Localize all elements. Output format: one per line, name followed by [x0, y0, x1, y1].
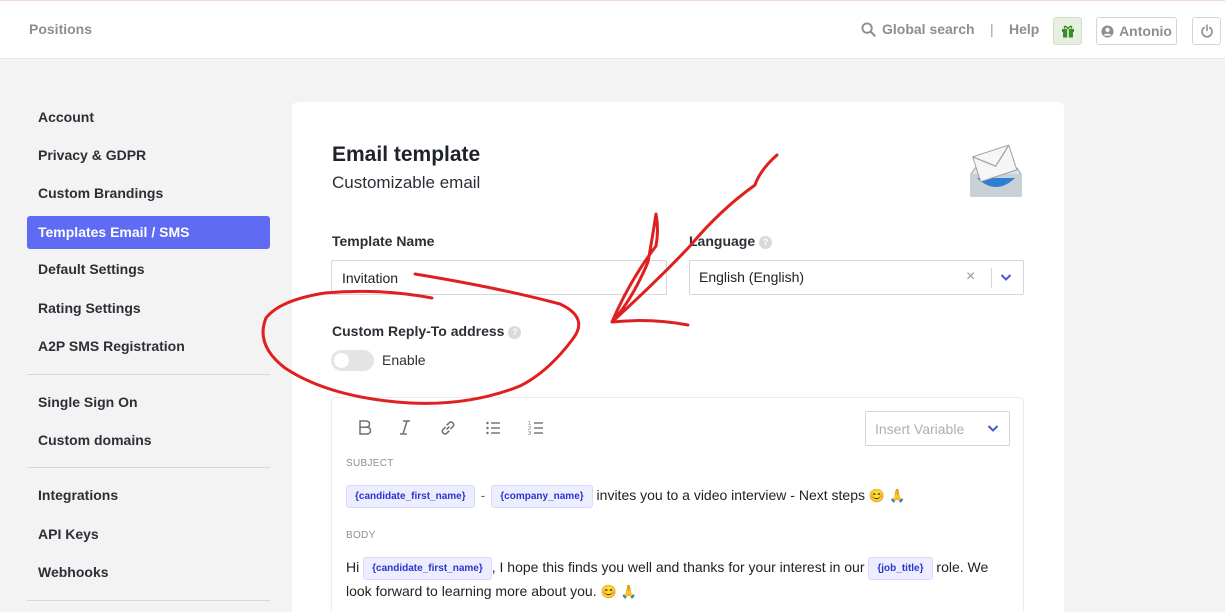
topbar-separator: | [990, 21, 994, 37]
language-label-text: Language [689, 233, 756, 249]
user-icon [1101, 24, 1114, 38]
folded-hands-emoji-icon: 🙏 [888, 488, 906, 504]
variable-chip[interactable]: {candidate_first_name} [346, 485, 475, 508]
gift-icon [1061, 25, 1074, 38]
sidebar-item-rating-settings[interactable]: Rating Settings [27, 292, 270, 325]
sidebar-item-account[interactable]: Account [27, 101, 270, 134]
variable-chip[interactable]: {job_title} [868, 557, 933, 580]
clear-icon[interactable]: × [966, 268, 975, 286]
body-greeting: Hi [346, 559, 360, 576]
folded-hands-emoji-icon: 🙏 [620, 584, 637, 599]
numbered-list-icon[interactable]: 123 [528, 418, 544, 438]
help-question-icon[interactable]: ? [508, 325, 522, 339]
subject-label: SUBJECT [346, 458, 394, 469]
template-name-label: Template Name [332, 233, 435, 249]
svg-text:3: 3 [528, 431, 531, 437]
subject-line[interactable]: {candidate_first_name} - {company_name} in… [346, 485, 905, 508]
body-line-2[interactable]: look forward to learning more about you.… [346, 583, 637, 600]
bullet-list-icon[interactable] [485, 418, 501, 438]
reply-to-toggle[interactable] [331, 350, 374, 371]
logout-button[interactable] [1192, 17, 1221, 45]
user-menu-button[interactable]: Antonio [1096, 17, 1177, 45]
reply-to-label: Custom Reply-To address? [332, 323, 522, 339]
page-title: Email template [332, 143, 481, 166]
body-text: , I hope this finds you well and thanks … [491, 559, 865, 576]
sidebar-item-single-sign-on[interactable]: Single Sign On [27, 386, 270, 419]
insert-variable-select[interactable]: Insert Variable [865, 411, 1010, 446]
sidebar-divider [27, 374, 270, 375]
link-icon[interactable] [439, 418, 457, 438]
help-question-icon[interactable]: ? [759, 235, 773, 249]
sidebar-divider [27, 600, 270, 601]
body-label: BODY [346, 530, 376, 541]
smiling-face-emoji-icon: 😊 [868, 488, 886, 504]
email-inbox-icon [970, 144, 1022, 197]
bold-icon[interactable] [357, 418, 373, 438]
sidebar-item-custom-domains[interactable]: Custom domains [27, 424, 270, 457]
body-line-1[interactable]: Hi {candidate_first_name}, I hope this f… [346, 557, 988, 580]
help-link[interactable]: Help [1009, 21, 1039, 37]
language-select-value: English (English) [699, 269, 805, 285]
power-icon [1200, 24, 1213, 38]
select-divider [991, 268, 992, 288]
subject-dash: - [480, 487, 486, 504]
italic-icon[interactable] [397, 418, 413, 438]
page-subtitle: Customizable email [332, 173, 481, 192]
search-icon [861, 21, 876, 37]
sidebar-item-templates-email-sms[interactable]: Templates Email / SMS [27, 216, 270, 249]
variable-chip[interactable]: {company_name} [491, 485, 593, 508]
nav-positions[interactable]: Positions [29, 21, 92, 37]
user-name: Antonio [1119, 23, 1172, 39]
sidebar-item-api-keys[interactable]: API Keys [27, 518, 270, 551]
insert-variable-placeholder: Insert Variable [875, 421, 965, 437]
sidebar-item-default-settings[interactable]: Default Settings [27, 253, 270, 286]
gift-button[interactable] [1053, 17, 1082, 45]
sidebar-item-integrations[interactable]: Integrations [27, 479, 270, 512]
global-search[interactable]: Global search [861, 21, 975, 37]
language-select[interactable]: English (English) × [689, 260, 1024, 295]
chevron-down-icon[interactable] [999, 270, 1013, 284]
template-name-input[interactable]: Invitation [331, 260, 667, 295]
chevron-down-icon [987, 425, 999, 432]
variable-chip[interactable]: {candidate_first_name} [363, 557, 492, 580]
sidebar-item-webhooks[interactable]: Webhooks [27, 556, 270, 589]
sidebar-item-custom-brandings[interactable]: Custom Brandings [27, 177, 270, 210]
sidebar-divider [27, 467, 270, 468]
sidebar-item-privacy-gdpr[interactable]: Privacy & GDPR [27, 139, 270, 172]
enable-label: Enable [382, 352, 426, 368]
sidebar-item-a2p-sms-registration[interactable]: A2P SMS Registration [27, 330, 270, 363]
smiling-face-emoji-icon: 😊 [600, 584, 617, 599]
subject-text: invites you to a video interview - Next … [596, 487, 866, 504]
body-text: role. We [936, 559, 989, 576]
toggle-knob [334, 353, 349, 368]
reply-to-label-text: Custom Reply-To address [332, 323, 505, 339]
global-search-label: Global search [882, 21, 975, 37]
top-bar: Positions Global search | Help Antonio [0, 0, 1225, 59]
language-label: Language? [689, 233, 773, 249]
body-text: look forward to learning more about you. [346, 583, 597, 599]
